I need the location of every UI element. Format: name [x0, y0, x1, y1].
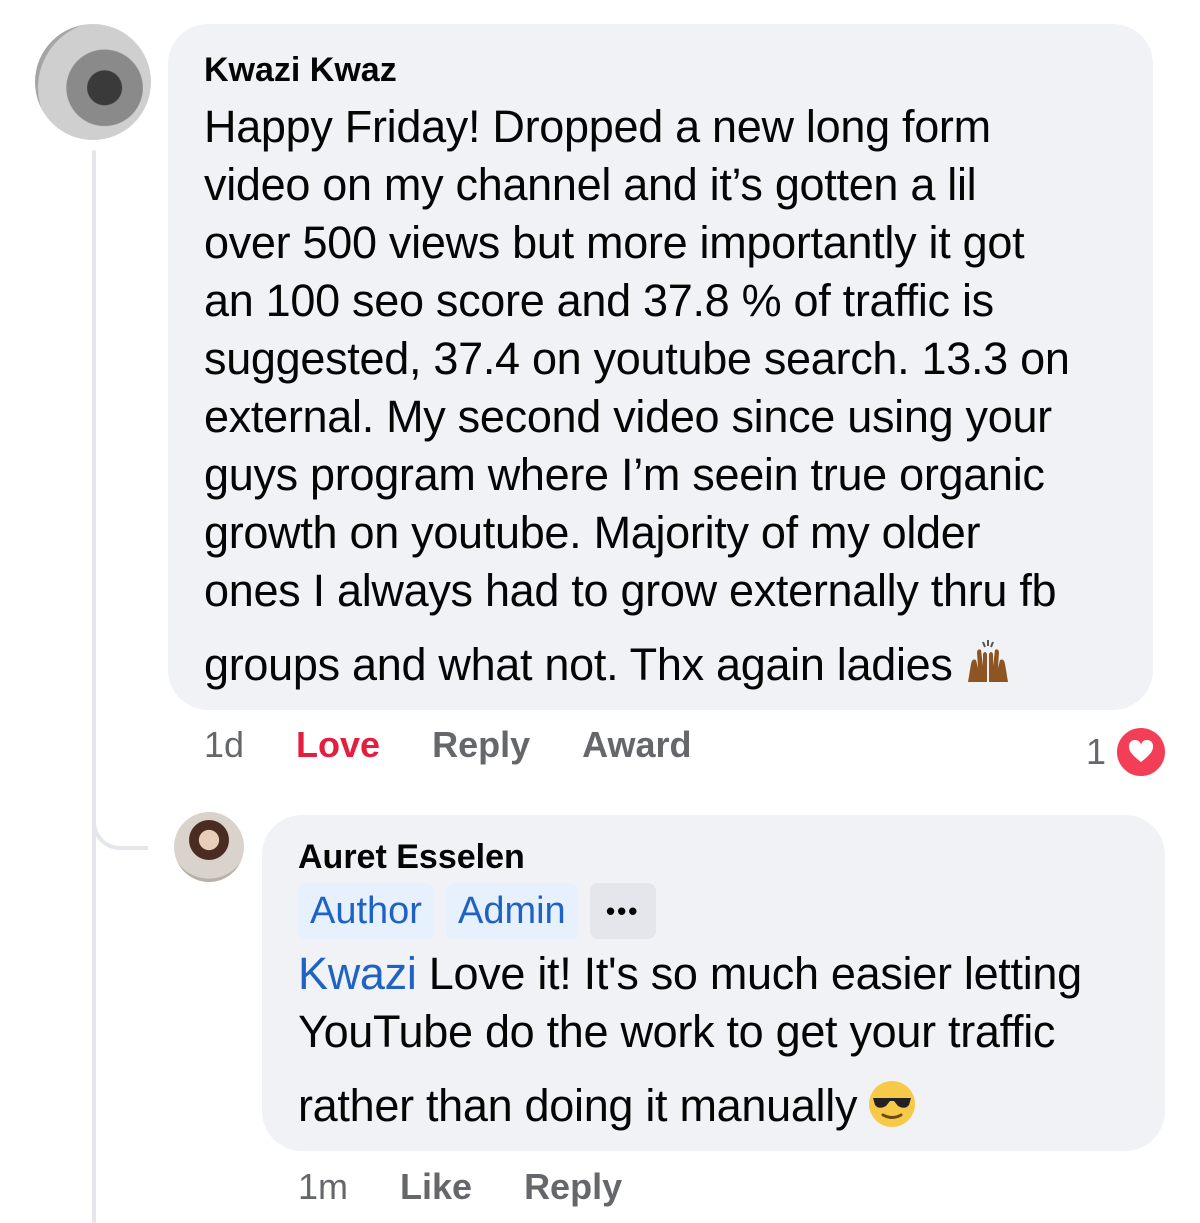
reply-button[interactable]: Reply [432, 724, 530, 766]
badge-row: Author Admin ••• [298, 883, 1129, 939]
sunglasses-emoji [869, 1081, 916, 1127]
reaction-summary[interactable]: 1 [1086, 725, 1169, 779]
comment-line: ones I always had to grow externally thr… [204, 565, 1057, 616]
reply-text: Kwazi Love it! It's so much easier letti… [298, 945, 1129, 1135]
reply-author[interactable]: Auret Esselen [298, 837, 1129, 877]
more-options-button[interactable]: ••• [589, 883, 656, 939]
reaction-count: 1 [1086, 731, 1107, 772]
heart-icon [1114, 725, 1169, 779]
like-button[interactable]: Like [400, 1166, 472, 1208]
award-button[interactable]: Award [582, 724, 691, 766]
timestamp[interactable]: 1d [204, 724, 244, 766]
timestamp[interactable]: 1m [298, 1166, 348, 1208]
comment-line: Happy Friday! Dropped a new long form [204, 101, 991, 152]
comment-line: video on my channel and it’s gotten a li… [204, 159, 977, 210]
author-badge[interactable]: Author [298, 883, 434, 939]
comment-line-last: groups and what not. Thx again ladies [204, 636, 1117, 694]
comment-line: growth on youtube. Majority of my older [204, 507, 981, 558]
reply-line: YouTube do the work to get your traffic [298, 1006, 1056, 1057]
comment-bubble: Kwazi Kwaz Happy Friday! Dropped a new l… [168, 24, 1153, 710]
comment-line: an 100 seo score and 37.8 % of traffic i… [204, 275, 994, 326]
comment-line: over 500 views but more importantly it g… [204, 217, 1025, 268]
comment-actions: 1d Love Reply Award [204, 724, 744, 766]
love-button[interactable]: Love [296, 724, 380, 766]
raising-hands-emoji [967, 640, 1008, 682]
reply-actions: 1m Like Reply [298, 1166, 674, 1208]
mention-link[interactable]: Kwazi [298, 948, 417, 999]
comment-text: Happy Friday! Dropped a new long form vi… [204, 98, 1117, 694]
thread-line [92, 150, 96, 1223]
thread-branch [92, 790, 148, 850]
reply-line: rather than doing it manually [298, 1080, 858, 1131]
avatar[interactable] [174, 812, 244, 882]
admin-badge[interactable]: Admin [445, 883, 578, 939]
comment-line: groups and what not. Thx again ladies [204, 639, 953, 690]
reply-bubble: Auret Esselen Author Admin ••• Kwazi Lov… [262, 815, 1165, 1151]
comment-line: external. My second video since using yo… [204, 391, 1052, 442]
reply-button[interactable]: Reply [524, 1166, 622, 1208]
avatar[interactable] [35, 24, 151, 140]
comment-line: suggested, 37.4 on youtube search. 13.3 … [204, 333, 1070, 384]
reply-line-last: rather than doing it manually [298, 1077, 1129, 1135]
comment-author[interactable]: Kwazi Kwaz [204, 50, 1117, 90]
reply-line: Kwazi Love it! It's so much easier letti… [298, 945, 1129, 1003]
reply-line-text: Love it! It's so much easier letting [416, 948, 1082, 999]
comment-line: guys program where I’m seein true organi… [204, 449, 1045, 500]
